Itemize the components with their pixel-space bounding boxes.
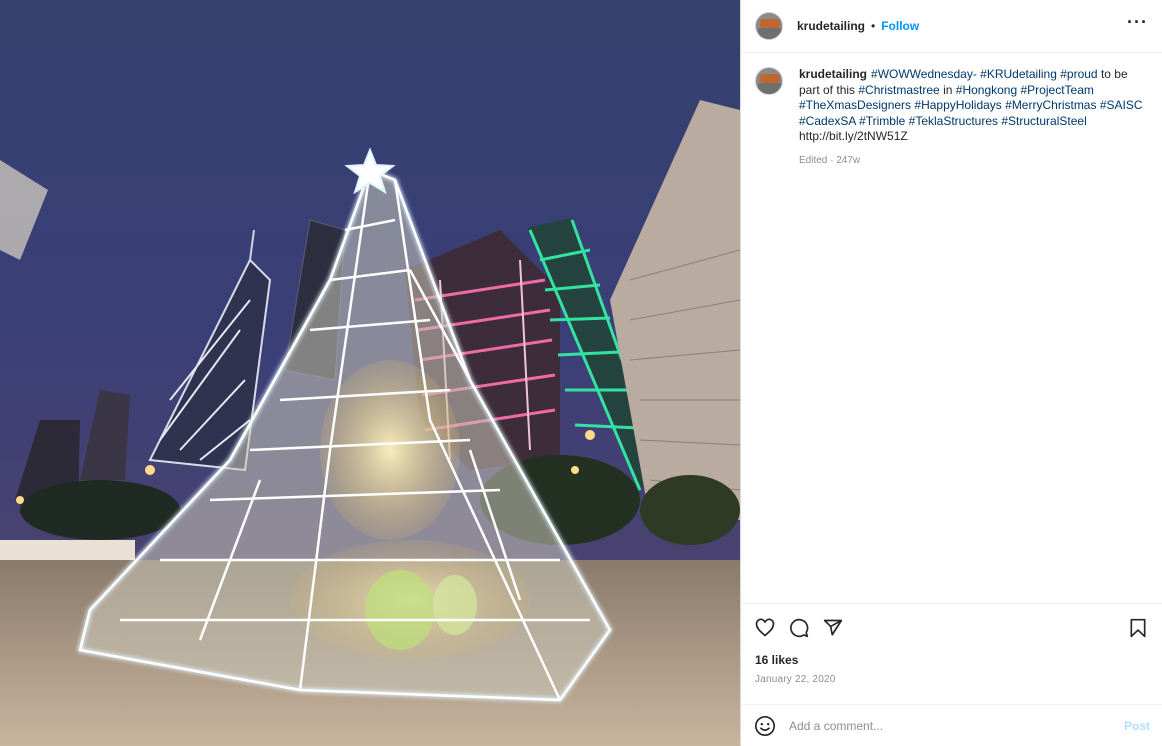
emoji-icon[interactable] (753, 714, 777, 738)
hashtag-link[interactable]: #Trimble (859, 114, 905, 128)
hashtag-link[interactable]: #Hongkong (956, 83, 1017, 97)
post-side-panel: krudetailing • Follow ··· krudetailing #W… (740, 0, 1162, 746)
hashtag-link[interactable]: #Christmastree (858, 83, 939, 97)
author-username[interactable]: krudetailing (797, 19, 865, 33)
likes-count[interactable]: 16 likes (741, 651, 1162, 669)
post-photo[interactable] (0, 0, 740, 746)
hashtag-link[interactable]: #HappyHolidays (914, 98, 1001, 112)
post-actions (741, 603, 1162, 651)
caption-author-avatar[interactable] (755, 67, 783, 95)
add-comment-bar: Post (741, 704, 1162, 746)
author-avatar[interactable] (755, 12, 783, 40)
caption-plain-text: in (943, 82, 953, 97)
comments-section: krudetailing #WOWWednesday- #KRUdetailing… (741, 53, 1162, 603)
like-heart-icon[interactable] (753, 616, 777, 640)
caption-meta: Edited · 247w (799, 154, 861, 166)
post-comment-button[interactable]: Post (1124, 719, 1150, 733)
post-date[interactable]: January 22, 2020 (741, 669, 1162, 691)
hashtag-link[interactable]: #ProjectTeam (1021, 83, 1094, 97)
comment-bubble-icon[interactable] (787, 616, 811, 640)
christmas-tree-photo (0, 0, 740, 746)
post-caption: krudetailing #WOWWednesday- #KRUdetailing… (755, 67, 1148, 168)
separator-dot: • (871, 19, 876, 33)
comment-input[interactable] (789, 718, 1109, 733)
caption-username[interactable]: krudetailing (799, 67, 867, 81)
more-options-icon[interactable]: ··· (1127, 12, 1148, 41)
follow-button[interactable]: Follow (881, 19, 919, 33)
hashtag-link[interactable]: #StructuralSteel (1001, 114, 1086, 128)
share-send-icon[interactable] (821, 616, 845, 640)
hashtag-link[interactable]: #WOWWednesday- (871, 67, 977, 81)
hashtag-link[interactable]: #TeklaStructures (909, 114, 998, 128)
hashtag-link[interactable]: #TheXmasDesigners (799, 98, 911, 112)
save-bookmark-icon[interactable] (1126, 616, 1150, 640)
hashtag-link[interactable]: #CadexSA (799, 114, 856, 128)
hashtag-link[interactable]: #SAISC (1100, 98, 1143, 112)
post-header: krudetailing • Follow ··· (741, 0, 1162, 53)
hashtag-link[interactable]: #MerryChristmas (1005, 98, 1096, 112)
hashtag-link[interactable]: #KRUdetailing (980, 67, 1057, 81)
instagram-post: krudetailing • Follow ··· krudetailing #W… (0, 0, 1162, 746)
caption-text: krudetailing #WOWWednesday- #KRUdetailing… (799, 67, 1144, 168)
hashtag-link[interactable]: #proud (1060, 67, 1097, 81)
caption-url[interactable]: http://bit.ly/2tNW51Z (799, 129, 908, 143)
